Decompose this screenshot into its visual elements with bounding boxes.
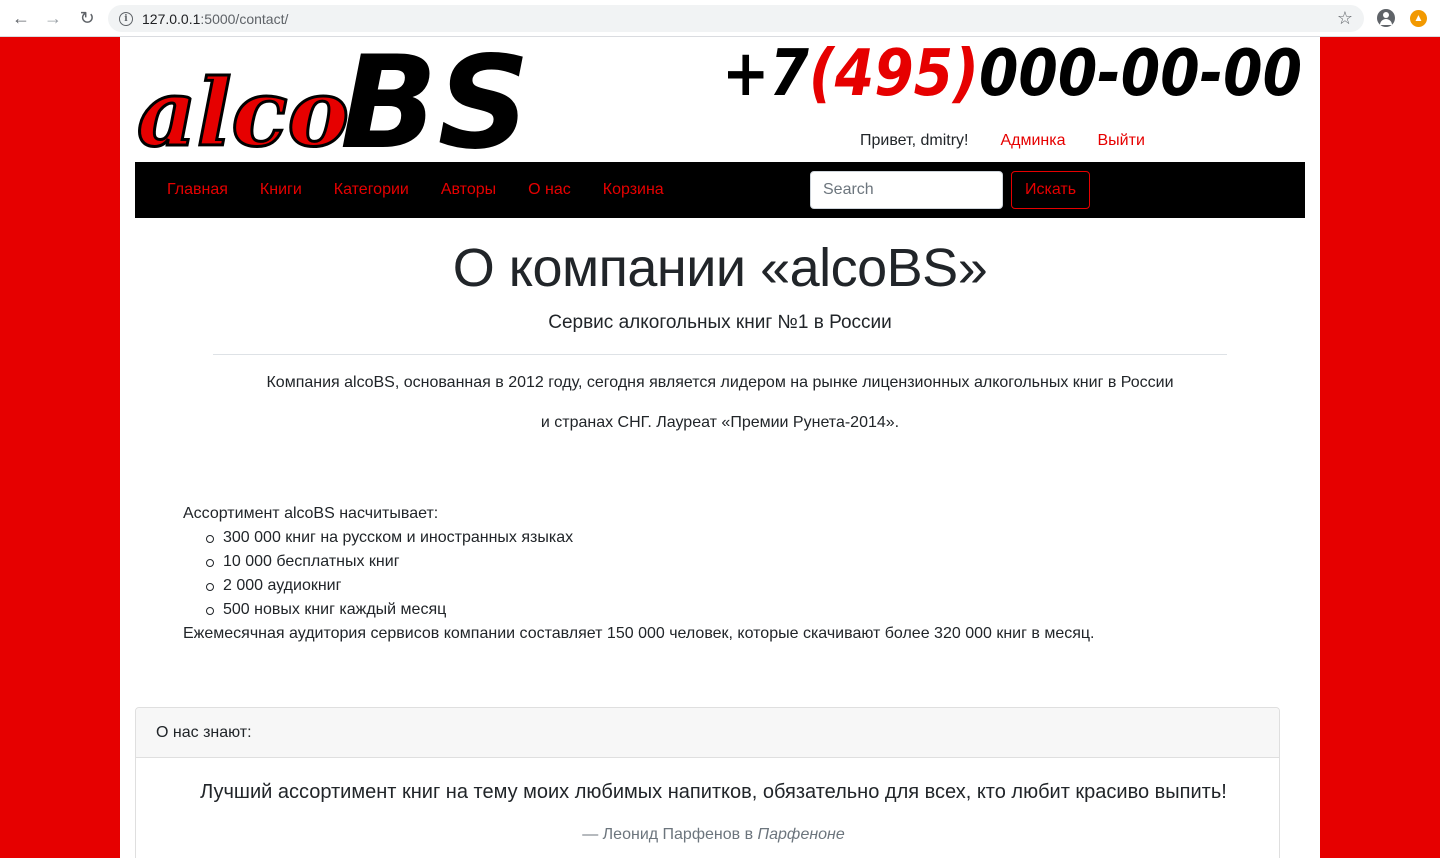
greeting-text: Привет, dmitry! [860,132,969,149]
search-button[interactable]: Искать [1011,171,1090,209]
page-container: alco BS +7(495)000-00-00 Привет, dmitry!… [120,37,1320,858]
nav-item-home[interactable]: Главная [167,181,228,199]
site-logo[interactable]: alco BS [135,37,545,178]
assortment-list: 300 000 книг на русском и иностранных яз… [183,526,1095,622]
list-item: 300 000 книг на русском и иностранных яз… [206,526,1095,550]
back-arrow-icon[interactable]: ← [11,8,31,28]
bookmark-star-icon[interactable]: ☆ [1337,8,1353,29]
info-icon[interactable]: i [119,11,133,26]
logo-bs-text: BS [340,39,530,159]
nav-item-authors[interactable]: Авторы [441,181,496,199]
testimonial-author: — Леонид Парфенов в Парфеноне [582,826,845,843]
browser-toolbar: ← → ↻ i 127.0.0.1:5000/contact/ ☆ ▲ [0,0,1440,37]
intro-text-line-2: и странах СНГ. Лауреат «Премии Рунета-20… [540,414,900,431]
svg-text:+7(495)000-00-00: +7(495)000-00-00 [722,37,1302,107]
admin-link[interactable]: Админка [1000,132,1065,150]
intro-text-line-1: Компания alcoBS, основанная в 2012 году,… [266,374,1174,391]
address-bar[interactable]: i 127.0.0.1:5000/contact/ ☆ [108,5,1364,32]
testimonial-card: О нас знают: Лучший ассортимент книг на … [135,707,1280,858]
logo-alco-text: alco [137,59,349,159]
list-item: 2 000 аудиокниг [206,574,1095,598]
forward-arrow-icon[interactable]: → [43,8,63,28]
assortment-section: Ассортимент alcoBS насчитывает: 300 000 … [183,502,1095,646]
divider [213,354,1227,355]
page-title: О компании «alcoBS» [452,238,988,298]
logout-link[interactable]: Выйти [1098,132,1145,150]
reload-icon[interactable]: ↻ [77,8,97,28]
user-menu: Привет, dmitry! Админка Выйти [860,132,1145,150]
testimonial-quote: Лучший ассортимент книг на тему моих люб… [200,781,1227,803]
nav-item-about[interactable]: О нас [528,181,571,199]
profile-icon[interactable] [1377,9,1395,27]
nav-item-categories[interactable]: Категории [334,181,409,199]
audience-text: Ежемесячная аудитория сервисов компании … [183,625,1095,642]
url-text: 127.0.0.1:5000/contact/ [142,10,289,27]
main-navbar: Главная Книги Категории Авторы О нас Кор… [135,162,1305,218]
page-subtitle: Сервис алкогольных книг №1 в России [548,312,892,333]
list-item: 500 новых книг каждый месяц [206,598,1095,622]
extension-icon[interactable]: ▲ [1410,10,1427,27]
card-header: О нас знают: [136,708,1279,758]
nav-item-cart[interactable]: Корзина [603,181,664,199]
nav-item-books[interactable]: Книги [260,181,302,199]
search-input[interactable] [810,171,1003,209]
list-item: 10 000 бесплатных книг [206,550,1095,574]
phone-number: +7(495)000-00-00 [720,37,1305,111]
assortment-heading: Ассортимент alcoBS насчитывает: [183,505,439,522]
testimonial-source: Парфеноне [757,826,845,843]
